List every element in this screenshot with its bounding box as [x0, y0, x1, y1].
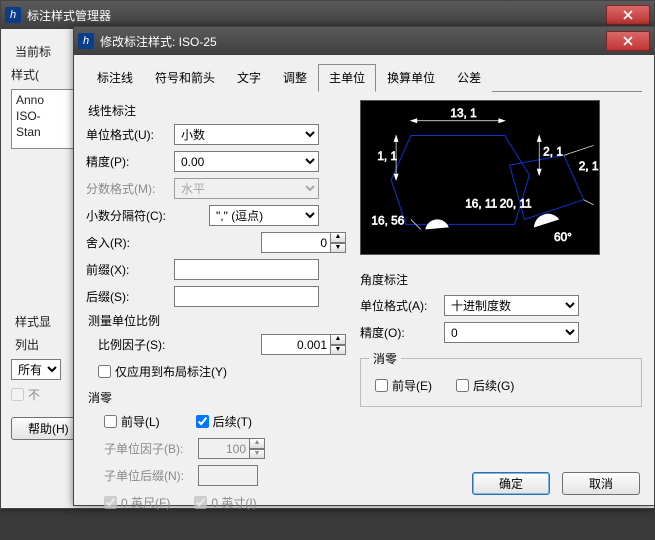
titlebar-front: h 修改标注样式: ISO-25: [74, 27, 654, 55]
layout-only-checkbox[interactable]: 仅应用到布局标注(Y): [98, 363, 227, 380]
trailing-checkbox[interactable]: 后续(T): [196, 413, 252, 430]
spin-down-icon[interactable]: ▼: [331, 345, 346, 356]
unit-format-select[interactable]: 小数: [174, 124, 319, 145]
leading-checkbox[interactable]: 前导(L): [104, 413, 160, 430]
svg-text:2, 1: 2, 1: [543, 144, 563, 158]
preview-panel: 13, 1 1, 1 2, 1 16, 56 16, 11 20, 11 2, …: [360, 100, 600, 255]
zero-inches-checkbox: 0 英寸(I): [194, 494, 256, 511]
styles-label: 样式(: [11, 66, 39, 83]
tab-fit[interactable]: 调整: [272, 64, 318, 92]
listout-select[interactable]: 所有: [11, 359, 61, 380]
svg-text:60°: 60°: [554, 230, 572, 244]
scale-factor-spin[interactable]: ▲▼: [261, 334, 346, 355]
app-icon: h: [5, 7, 21, 23]
app-icon: h: [78, 33, 94, 49]
svg-text:1, 1: 1, 1: [377, 149, 397, 163]
spin-up-icon[interactable]: ▲: [331, 334, 346, 345]
scale-factor-input[interactable]: [261, 334, 331, 355]
cancel-button[interactable]: 取消: [562, 472, 640, 495]
tab-symbols-arrows[interactable]: 符号和箭头: [144, 64, 226, 92]
linear-group-label: 线性标注: [88, 102, 346, 119]
angle-zero-group: 消零 前导(E) 后续(G): [360, 350, 642, 407]
unit-format-label: 单位格式(U):: [86, 126, 174, 143]
window-title-back: 标注样式管理器: [27, 7, 606, 24]
angle-leading-checkbox[interactable]: 前导(E): [375, 377, 432, 394]
decimal-sep-label: 小数分隔符(C):: [86, 207, 174, 224]
angle-format-label: 单位格式(A):: [360, 297, 444, 314]
spin-up-icon: ▲: [250, 438, 265, 449]
subunit-factor-spin: ▲▼: [198, 438, 265, 459]
tab-tolerance[interactable]: 公差: [446, 64, 492, 92]
titlebar-back: h 标注样式管理器: [1, 1, 654, 29]
decimal-sep-select[interactable]: "," (逗点): [209, 205, 319, 226]
fraction-format-select: 水平: [174, 178, 319, 199]
round-input[interactable]: [261, 232, 331, 253]
subunit-factor-input: [198, 438, 250, 459]
prefix-input[interactable]: [174, 259, 319, 280]
svg-text:20, 11: 20, 11: [500, 197, 532, 211]
spin-down-icon: ▼: [250, 449, 265, 460]
precision-select[interactable]: 0.00: [174, 151, 319, 172]
suffix-label: 后缀(S):: [86, 288, 174, 305]
angle-precision-select[interactable]: 0: [444, 322, 579, 343]
zero-group-label: 消零: [88, 389, 346, 406]
subunit-suffix-input: [198, 465, 258, 486]
svg-text:16, 11: 16, 11: [465, 197, 497, 211]
zero-feet-checkbox: 0 英尺(F): [104, 494, 170, 511]
scale-group-label: 测量单位比例: [88, 312, 346, 329]
tab-alt-units[interactable]: 换算单位: [376, 64, 446, 92]
ok-button[interactable]: 确定: [472, 472, 550, 495]
angle-group-label: 角度标注: [360, 271, 642, 288]
round-spin[interactable]: ▲▼: [261, 232, 346, 253]
spin-up-icon[interactable]: ▲: [331, 232, 346, 243]
noshow-checkbox[interactable]: 不: [11, 386, 40, 403]
angle-precision-label: 精度(O):: [360, 324, 444, 341]
tab-primary-units[interactable]: 主单位: [318, 64, 376, 92]
linear-dim-group: 线性标注 单位格式(U): 小数 精度(P): 0.00 分数格式(M): 水平: [86, 100, 346, 524]
tab-bar: 标注线 符号和箭头 文字 调整 主单位 换算单位 公差: [86, 63, 642, 92]
modify-dim-style-window: h 修改标注样式: ISO-25 标注线 符号和箭头 文字 调整 主单位 换算单…: [73, 26, 655, 506]
window-title-front: 修改标注样式: ISO-25: [100, 33, 606, 50]
subunit-factor-label: 子单位因子(B):: [86, 440, 198, 457]
round-label: 舍入(R):: [86, 234, 174, 251]
angle-trailing-checkbox[interactable]: 后续(G): [456, 377, 514, 394]
zero-suppress-group: 消零 前导(L) 后续(T) 子单位因子(B): ▲▼: [86, 389, 346, 518]
scale-factor-label: 比例因子(S):: [86, 336, 186, 353]
tab-dimlines[interactable]: 标注线: [86, 64, 144, 92]
suffix-input[interactable]: [174, 286, 319, 307]
tab-text[interactable]: 文字: [226, 64, 272, 92]
close-button-front[interactable]: [606, 31, 650, 51]
precision-label: 精度(P):: [86, 153, 174, 170]
subunit-suffix-label: 子单位后缀(N):: [86, 467, 198, 484]
svg-text:13, 1: 13, 1: [450, 106, 476, 120]
spin-down-icon[interactable]: ▼: [331, 243, 346, 254]
svg-text:16, 56: 16, 56: [371, 213, 404, 227]
angle-zero-label: 消零: [369, 350, 401, 367]
angle-format-select[interactable]: 十进制度数: [444, 295, 579, 316]
fraction-format-label: 分数格式(M):: [86, 180, 174, 197]
close-button-back[interactable]: [606, 5, 650, 25]
prefix-label: 前缀(X):: [86, 261, 174, 278]
angle-dim-group: 角度标注 单位格式(A): 十进制度数 精度(O): 0 消零 前导(E) 后续…: [360, 271, 642, 413]
svg-text:2, 1: 2, 1: [579, 159, 599, 173]
